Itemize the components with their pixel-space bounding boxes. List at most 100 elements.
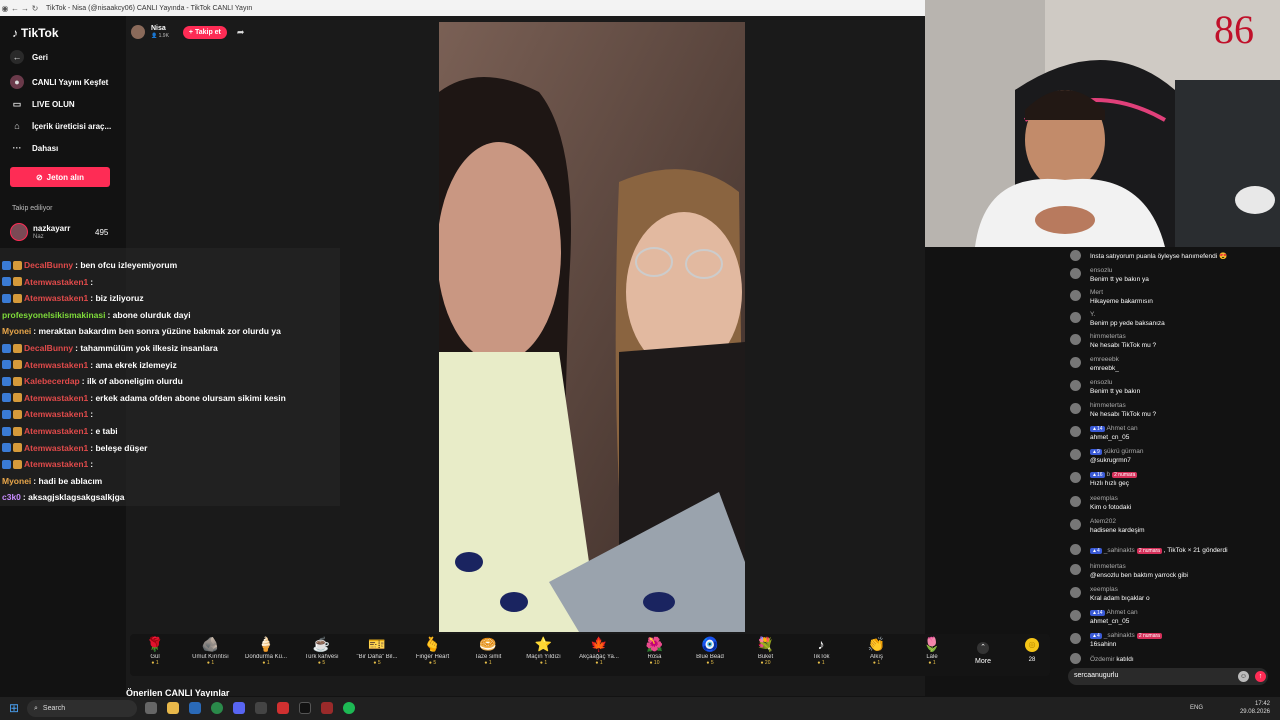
windows-start-icon[interactable]: ⊞ (9, 701, 19, 715)
more-gifts-label: More (975, 658, 991, 665)
app-dark-red-icon[interactable] (321, 702, 333, 714)
avatar[interactable] (1070, 403, 1081, 414)
spotify-icon[interactable] (343, 702, 355, 714)
chat-text: Ne hesabı TikTok mu ? (1090, 342, 1157, 349)
chat-user[interactable]: emreeebk (1090, 356, 1119, 363)
reload-icon[interactable]: ↻ (30, 4, 40, 13)
gift-item[interactable]: 🫰 Finger Heart ● 5 (408, 634, 458, 676)
gift-item[interactable]: ⭐ Maçın Yıldızı ● 1 (519, 634, 569, 676)
chat-user[interactable]: Ahmet can (1107, 425, 1138, 432)
gift-item[interactable]: ☕ Türk kahvesi ● 5 (297, 634, 347, 676)
gift-price-value: 1 (211, 660, 215, 666)
overlay-chat-message: : beleşe düşer (90, 442, 148, 453)
avatar[interactable] (1070, 312, 1081, 323)
chat-user[interactable]: Y. (1090, 311, 1095, 318)
avatar[interactable] (1070, 496, 1081, 507)
avatar[interactable] (1070, 564, 1081, 575)
chat-user[interactable]: Mert (1090, 289, 1103, 296)
host-avatar[interactable] (131, 25, 145, 39)
chat-user[interactable]: Ahmet can (1107, 609, 1138, 616)
gift-item[interactable]: 👏 Alkış ● 1 (852, 634, 902, 676)
chat-user[interactable]: Atem202 (1090, 518, 1116, 525)
avatar[interactable] (1070, 268, 1081, 279)
chat-user[interactable]: ensozlu (1090, 379, 1112, 386)
obs-icon[interactable] (255, 702, 267, 714)
avatar[interactable] (1070, 519, 1081, 530)
taskbar-search[interactable]: ⌕ Search (27, 700, 137, 717)
gift-item[interactable]: 🌺 Rosa ● 10 (630, 634, 680, 676)
avatar[interactable] (1070, 426, 1081, 437)
avatar[interactable] (1070, 250, 1081, 261)
following-user-count: 495 (95, 228, 109, 237)
chat-user[interactable]: _sahinakts (1104, 632, 1135, 639)
get-coins-button[interactable]: ⊘ Jeton alın (10, 167, 110, 187)
gift-item[interactable]: 🪨 Umut Kırıntısı ● 1 (186, 634, 236, 676)
sidebar-item-back[interactable]: ← Geri (10, 50, 48, 64)
avatar[interactable] (1070, 380, 1081, 391)
tiktok-app-icon[interactable] (299, 702, 311, 714)
overlay-chat-line: DecalBunny: tahammülüm yok ilkesiz insan… (2, 343, 218, 353)
chat-text: ahmet_cn_05 (1090, 618, 1130, 625)
live-video[interactable] (439, 22, 745, 632)
sidebar-item-explore-live[interactable]: ● CANLI Yayını Keşfet (10, 75, 108, 89)
gift-item[interactable]: 🌹 Gül ● 1 (130, 634, 180, 676)
avatar[interactable] (1070, 449, 1081, 460)
discord-icon[interactable] (233, 702, 245, 714)
coin-balance[interactable]: ◎ 28 (1018, 638, 1046, 663)
task-view-icon[interactable] (145, 702, 157, 714)
app-red-icon[interactable] (277, 702, 289, 714)
gift-item[interactable]: 💐 Buket ● 20 (741, 634, 791, 676)
chat-user[interactable]: şükrü gürman (1104, 448, 1144, 455)
share-icon[interactable]: ➦ (237, 27, 245, 38)
chat-user[interactable]: xeemplas (1090, 495, 1118, 502)
avatar[interactable] (1070, 334, 1081, 345)
sidebar-item-creator-tools[interactable]: ⌂ İçerik üreticisi araç... (10, 119, 111, 133)
gift-item[interactable]: 🧿 Blue Bead ● 5 (685, 634, 735, 676)
chat-user[interactable]: himmetertas (1090, 402, 1126, 409)
avatar[interactable] (1070, 633, 1081, 644)
more-gifts-button[interactable]: ⌃ More (970, 642, 996, 665)
avatar[interactable] (1070, 290, 1081, 301)
tiktok-logo[interactable]: ♪ TikTok (12, 26, 59, 40)
steam-icon[interactable] (189, 702, 201, 714)
chat-text: Kral adam bıçaklar o (1090, 595, 1150, 602)
chat-user[interactable]: _sahinakts (1104, 547, 1135, 554)
chrome-icon[interactable] (211, 702, 223, 714)
language-indicator[interactable]: ENG (1190, 705, 1203, 711)
gift-item[interactable]: ♪ TikTok ● 1 (796, 634, 846, 676)
following-user[interactable]: nazkayarr Naz 495 (10, 221, 110, 243)
gift-price-value: 5 (322, 660, 326, 666)
sidebar-item-go-live[interactable]: ▭ LIVE OLUN (10, 97, 75, 111)
gift-item[interactable]: 🌷 Lale ● 1 (907, 634, 957, 676)
overlay-chat-message: : meraktan bakardım ben sonra yüzüne bak… (33, 326, 281, 337)
follow-button[interactable]: + Takip et (182, 25, 227, 39)
gift-item[interactable]: 🥯 Taze simit ● 1 (463, 634, 513, 676)
gift-item[interactable]: 🎫 "Bir Daha" Bil... ● 5 (352, 634, 402, 676)
avatar[interactable] (1070, 653, 1081, 664)
back-icon[interactable]: ← (10, 4, 20, 13)
system-clock[interactable]: 17:42 29.08.2026 (1240, 700, 1270, 716)
avatar[interactable] (1070, 587, 1081, 598)
chat-message: ensozlu Benim tt ye bakın (1070, 379, 1270, 399)
chat-text: katıldı (1116, 656, 1134, 663)
gift-price-value: 5 (377, 660, 381, 666)
emoji-icon[interactable]: ☺ (1238, 671, 1249, 682)
sidebar-item-more[interactable]: ··· Dahası (10, 141, 59, 155)
chat-user[interactable]: ensozlu (1090, 267, 1112, 274)
chat-user[interactable]: b (1107, 471, 1111, 478)
level-value: 14 (1096, 610, 1103, 616)
file-explorer-icon[interactable] (167, 702, 179, 714)
chat-user[interactable]: himmetertas (1090, 333, 1126, 340)
avatar[interactable] (1070, 357, 1081, 368)
chat-input[interactable]: sercaanugurlu ☺ ↑ (1068, 668, 1268, 685)
avatar[interactable] (1070, 472, 1081, 483)
chat-user[interactable]: Özdemir (1090, 656, 1115, 663)
avatar[interactable] (1070, 610, 1081, 621)
chat-user[interactable]: xeemplas (1090, 586, 1118, 593)
avatar[interactable] (1070, 544, 1081, 555)
send-icon[interactable]: ↑ (1255, 671, 1266, 682)
forward-icon[interactable]: → (20, 4, 30, 13)
chat-user[interactable]: himmetertas (1090, 563, 1126, 570)
gift-item[interactable]: 🍦 Dondurma Kü... ● 1 (241, 634, 291, 676)
gift-item[interactable]: 🍁 Akçaağaç Ya... ● 1 (574, 634, 624, 676)
